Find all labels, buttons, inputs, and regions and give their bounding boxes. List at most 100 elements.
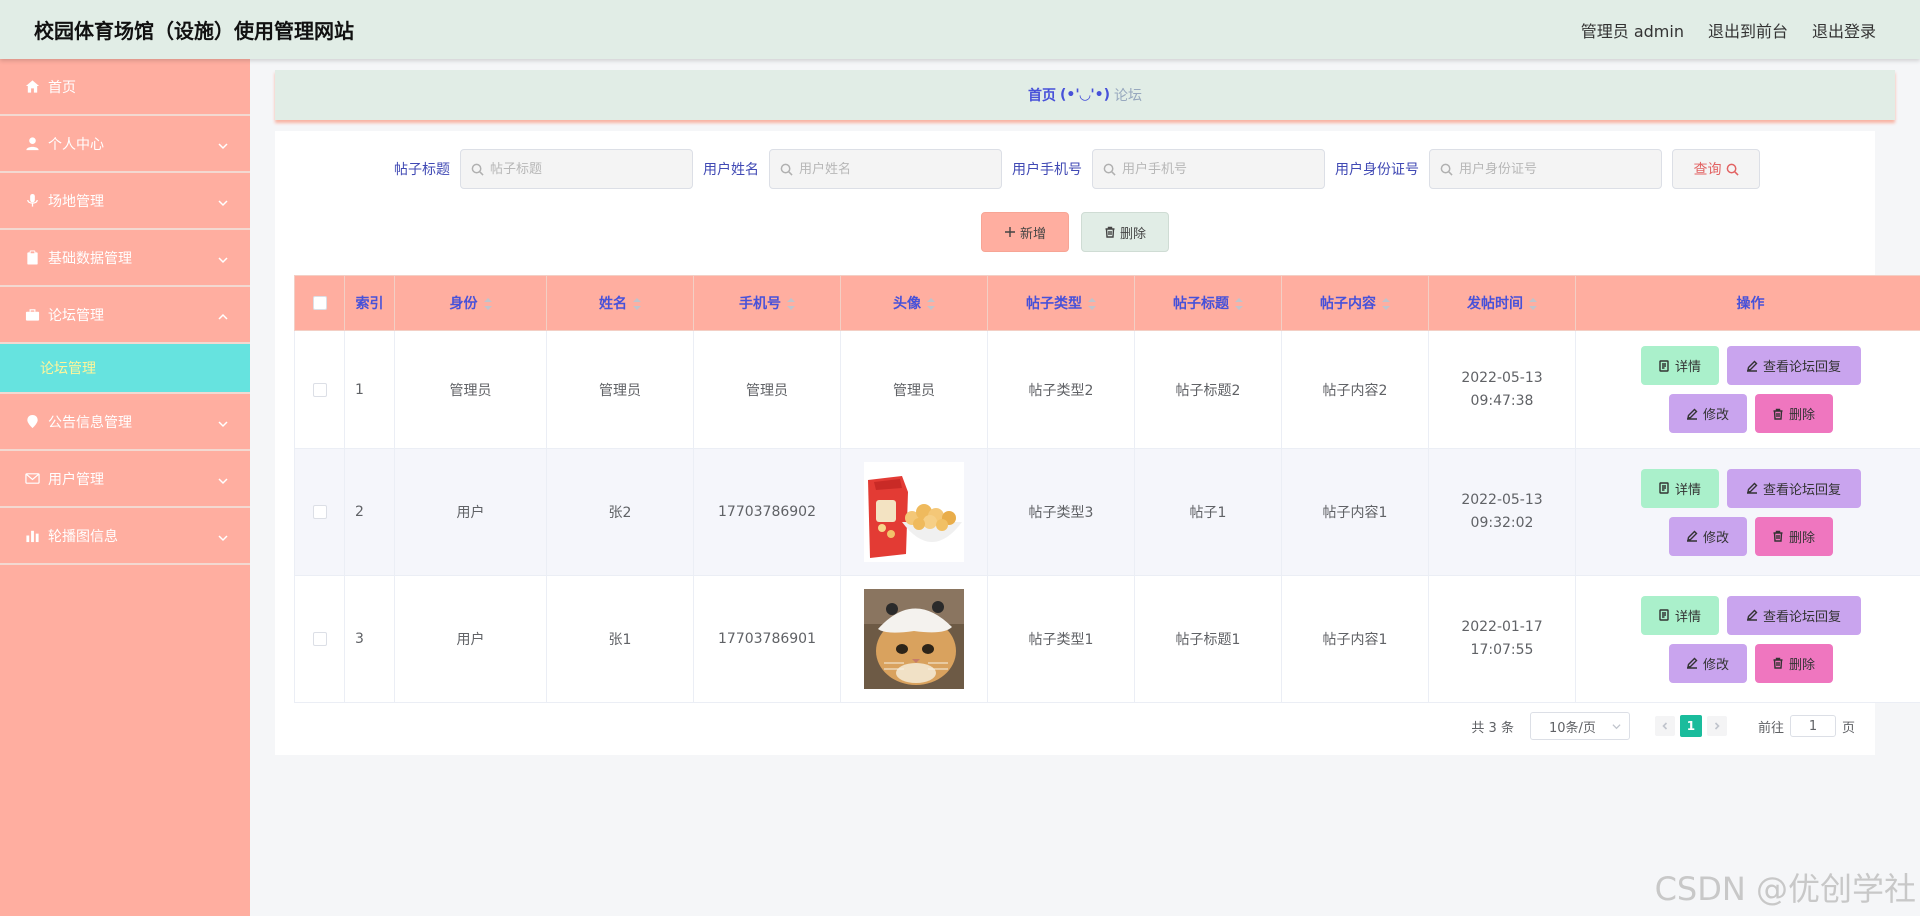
post-title-input[interactable] bbox=[490, 161, 680, 177]
sidebar-item-users[interactable]: 用户管理 bbox=[0, 451, 250, 508]
cell-role: 用户 bbox=[394, 575, 547, 703]
avatar-image-cat[interactable] bbox=[864, 589, 964, 689]
detail-button[interactable]: 详情 bbox=[1640, 468, 1719, 508]
sort-icon[interactable] bbox=[1235, 298, 1243, 310]
chevron-up-icon bbox=[218, 310, 228, 320]
row-checkbox[interactable] bbox=[312, 632, 327, 646]
view-replies-button[interactable]: 查看论坛回复 bbox=[1726, 346, 1861, 385]
pencil-icon bbox=[1686, 657, 1698, 669]
delete-label: 删除 bbox=[1788, 408, 1815, 423]
document-icon bbox=[1659, 482, 1669, 494]
cell-operations: 详情 查看论坛回复 修改 删除 bbox=[1575, 575, 1920, 703]
column-header-phone[interactable]: 手机号 bbox=[693, 275, 841, 331]
cell-content: 帖子内容1 bbox=[1281, 575, 1429, 703]
user-idcard-field[interactable] bbox=[1429, 149, 1662, 189]
batch-delete-button[interactable]: 删除 bbox=[1081, 212, 1169, 252]
detail-button[interactable]: 详情 bbox=[1640, 595, 1719, 635]
user-name-field[interactable] bbox=[769, 149, 1002, 189]
column-header-avatar[interactable]: 头像 bbox=[840, 275, 988, 331]
post-title-field[interactable] bbox=[460, 149, 693, 189]
back-to-front-link[interactable]: 退出到前台 bbox=[1708, 18, 1788, 42]
cell-type: 帖子类型1 bbox=[987, 575, 1135, 703]
clipboard-icon bbox=[24, 250, 40, 266]
edit-button[interactable]: 修改 bbox=[1668, 394, 1747, 433]
chevron-left-icon bbox=[1662, 722, 1668, 730]
avatar-image-snack[interactable] bbox=[864, 462, 964, 562]
sidebar-item-basic-data[interactable]: 基础数据管理 bbox=[0, 230, 250, 287]
logout-link[interactable]: 退出登录 bbox=[1812, 18, 1876, 42]
sort-icon[interactable] bbox=[787, 298, 795, 310]
action-bar: 新增 删除 bbox=[275, 212, 1875, 252]
sort-icon[interactable] bbox=[1382, 298, 1390, 310]
trash-icon bbox=[1105, 226, 1115, 238]
document-icon bbox=[1659, 359, 1669, 372]
delete-button[interactable]: 删除 bbox=[1754, 394, 1833, 433]
query-button[interactable]: 查询 bbox=[1672, 149, 1760, 189]
sort-icon[interactable] bbox=[483, 298, 492, 310]
header-label: 帖子标题 bbox=[1173, 296, 1229, 312]
column-header-type[interactable]: 帖子类型 bbox=[987, 275, 1135, 331]
search-icon bbox=[471, 163, 484, 176]
row-checkbox[interactable] bbox=[312, 505, 327, 519]
user-phone-input[interactable] bbox=[1122, 161, 1312, 177]
pagination: 共 3 条 10条/页 1 前往 页 bbox=[1471, 712, 1855, 740]
user-name-input[interactable] bbox=[799, 161, 989, 177]
delete-button[interactable]: 删除 bbox=[1754, 516, 1833, 556]
detail-button[interactable]: 详情 bbox=[1640, 346, 1719, 385]
row-select-cell bbox=[294, 575, 345, 703]
add-button[interactable]: 新增 bbox=[981, 212, 1069, 252]
post-title-label: 帖子标题 bbox=[394, 162, 450, 178]
edit-button[interactable]: 修改 bbox=[1668, 516, 1747, 556]
sidebar-item-label: 公告信息管理 bbox=[48, 414, 132, 431]
time-text: 2022-05-13 09:32:02 bbox=[1461, 492, 1543, 531]
column-header-role[interactable]: 身份 bbox=[394, 275, 547, 331]
column-header-operations: 操作 bbox=[1575, 275, 1920, 331]
delete-label: 删除 bbox=[1788, 657, 1815, 673]
sidebar-item-personal-center[interactable]: 个人中心 bbox=[0, 116, 250, 173]
select-all-checkbox[interactable] bbox=[312, 296, 327, 310]
ops-line: 修改 删除 bbox=[1668, 394, 1833, 433]
sidebar-subitem-forum-management[interactable]: 论坛管理 bbox=[0, 344, 250, 394]
breadcrumb-home[interactable]: 首页 bbox=[1028, 85, 1056, 105]
column-header-title[interactable]: 帖子标题 bbox=[1134, 275, 1282, 331]
view-replies-label: 查看论坛回复 bbox=[1762, 482, 1841, 498]
goto-page-input[interactable] bbox=[1789, 715, 1836, 737]
sort-icon[interactable] bbox=[1529, 298, 1537, 310]
view-replies-button[interactable]: 查看论坛回复 bbox=[1726, 468, 1861, 508]
page-size-select[interactable]: 10条/页 bbox=[1529, 712, 1630, 740]
sidebar: 首页 个人中心 场地管理 基础数据管理 论坛管理 论坛管理 公告信息管理 用户管… bbox=[0, 59, 250, 916]
row-checkbox[interactable] bbox=[312, 382, 327, 397]
sort-icon[interactable] bbox=[633, 298, 641, 310]
sidebar-item-forum[interactable]: 论坛管理 bbox=[0, 287, 250, 344]
user-phone-field[interactable] bbox=[1092, 149, 1325, 189]
cell-content: 帖子内容2 bbox=[1281, 330, 1429, 449]
prev-page-button[interactable] bbox=[1654, 716, 1675, 736]
sidebar-item-carousel[interactable]: 轮播图信息 bbox=[0, 508, 250, 565]
column-header-time[interactable]: 发帖时间 bbox=[1428, 275, 1576, 331]
search-icon bbox=[780, 163, 793, 176]
next-page-button[interactable] bbox=[1706, 716, 1727, 736]
document-icon bbox=[1659, 609, 1669, 621]
cell-time: 2022-01-17 17:07:55 bbox=[1428, 575, 1576, 703]
column-header-content[interactable]: 帖子内容 bbox=[1281, 275, 1429, 331]
header-label: 发帖时间 bbox=[1467, 296, 1523, 312]
detail-label: 详情 bbox=[1674, 482, 1701, 498]
breadcrumb-current: 论坛 bbox=[1114, 88, 1143, 104]
ops-line: 详情 查看论坛回复 bbox=[1640, 595, 1861, 635]
chevron-down-icon bbox=[218, 417, 228, 427]
page-number-current[interactable]: 1 bbox=[1679, 715, 1702, 737]
row-operations: 详情 查看论坛回复 修改 删除 bbox=[1576, 468, 1920, 556]
sidebar-item-home[interactable]: 首页 bbox=[0, 59, 250, 116]
pencil-icon bbox=[1686, 530, 1698, 542]
cell-content: 帖子内容1 bbox=[1281, 448, 1429, 576]
sidebar-item-venue[interactable]: 场地管理 bbox=[0, 173, 250, 230]
view-replies-button[interactable]: 查看论坛回复 bbox=[1726, 595, 1861, 635]
column-header-name[interactable]: 姓名 bbox=[546, 275, 694, 331]
sort-icon[interactable] bbox=[1088, 298, 1096, 310]
edit-button[interactable]: 修改 bbox=[1668, 643, 1747, 683]
breadcrumb: 首页 (•'◡'•) 论坛 bbox=[275, 70, 1895, 120]
delete-button[interactable]: 删除 bbox=[1754, 643, 1833, 683]
user-idcard-input[interactable] bbox=[1459, 161, 1649, 177]
sidebar-item-announcement[interactable]: 公告信息管理 bbox=[0, 394, 250, 451]
sort-icon[interactable] bbox=[927, 298, 935, 310]
